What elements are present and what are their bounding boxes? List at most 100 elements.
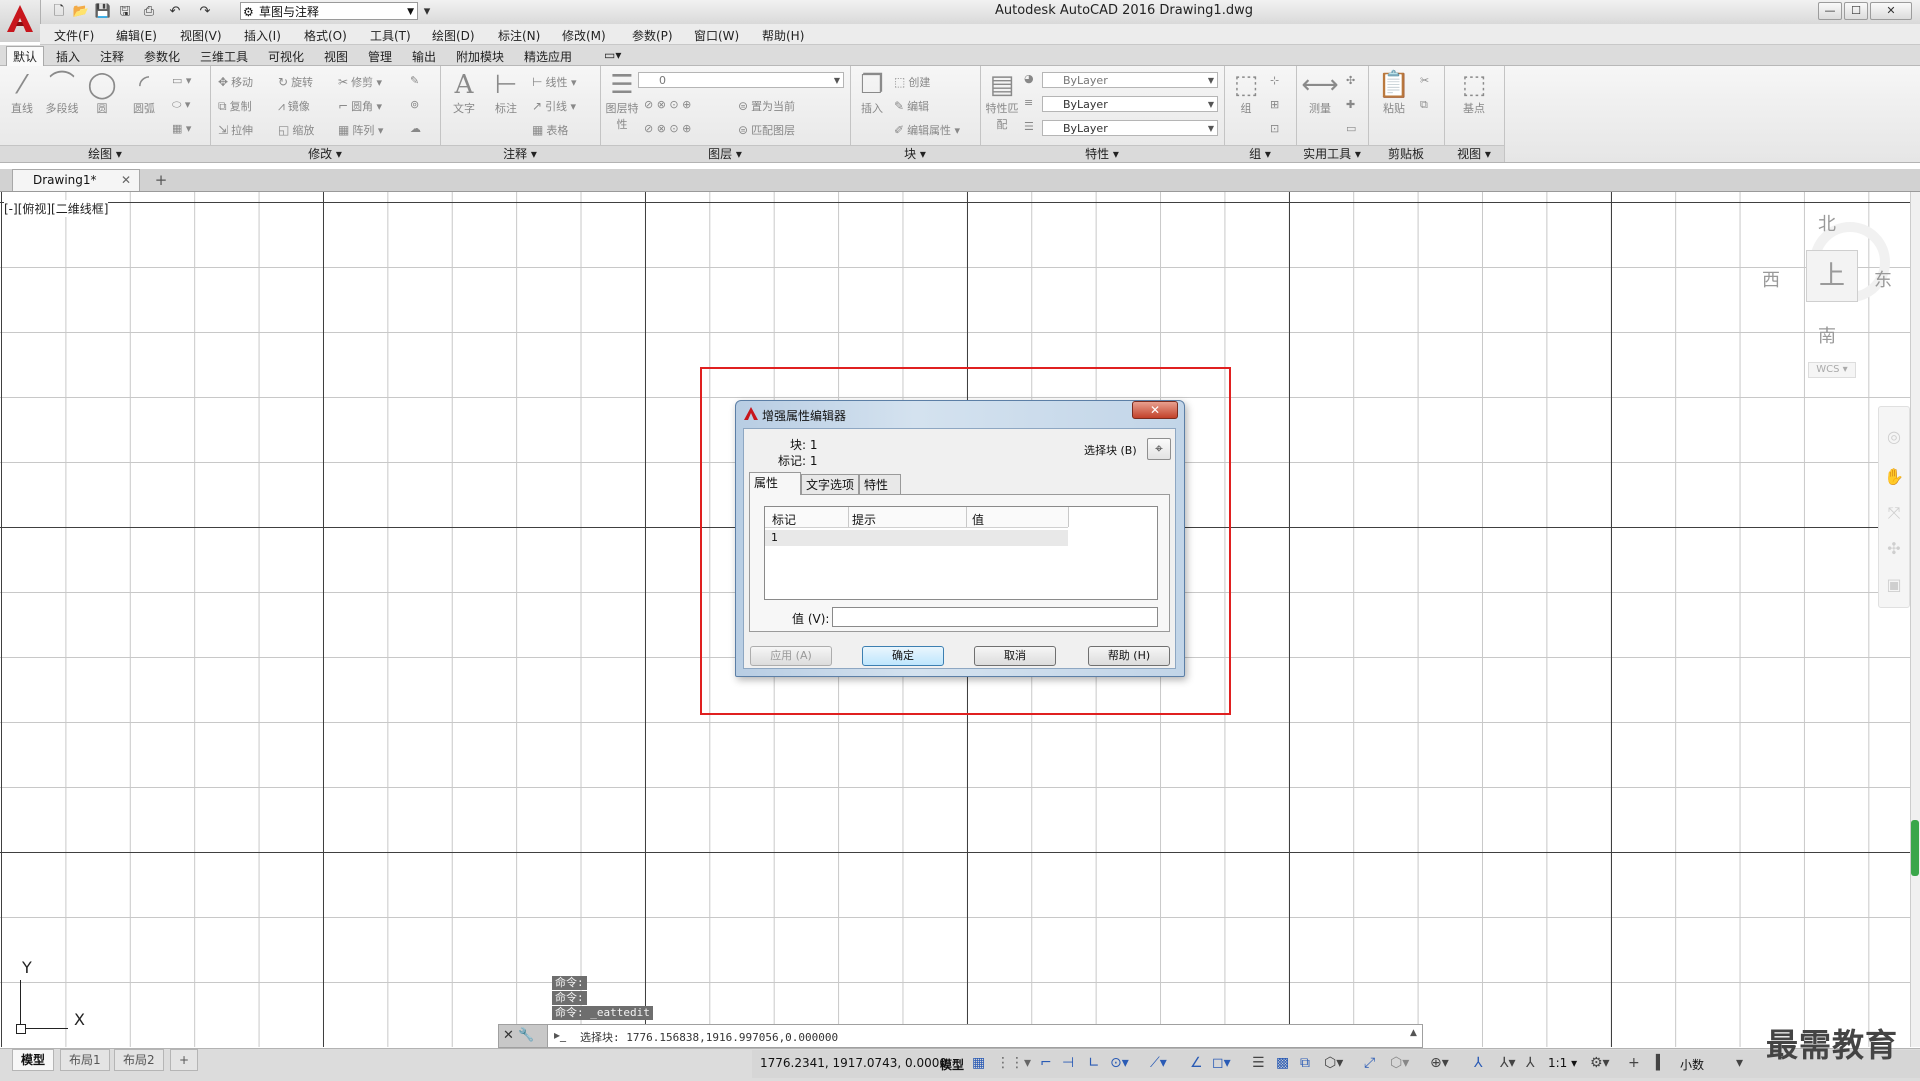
- object-snap-icon[interactable]: ◻▾: [1212, 1055, 1231, 1071]
- close-icon[interactable]: ✕: [503, 1028, 514, 1043]
- tab-home[interactable]: 默认: [6, 46, 45, 66]
- panel-annotation-title[interactable]: 注释 ▾: [440, 145, 600, 162]
- app-menu-button[interactable]: [0, 0, 41, 42]
- plus-icon[interactable]: +: [1628, 1055, 1640, 1071]
- command-input[interactable]: 选择块: 1776.156838,1916.997056,0.000000: [580, 1029, 838, 1045]
- showmotion-icon[interactable]: ▣: [1884, 575, 1904, 594]
- table-row[interactable]: [765, 530, 1068, 546]
- minimize-button[interactable]: —: [1818, 2, 1842, 20]
- set-current-tool[interactable]: ⊜ 置为当前: [738, 98, 795, 114]
- menu-tools[interactable]: 工具(T): [370, 27, 411, 44]
- menu-modify[interactable]: 修改(M): [562, 27, 606, 44]
- hatch-icon[interactable]: ▦ ▾: [172, 122, 191, 135]
- auto-scale-icon[interactable]: ⅄▾: [1500, 1055, 1516, 1071]
- group-tool[interactable]: ⬚ 组: [1226, 70, 1266, 116]
- save-icon[interactable]: 💾: [94, 3, 112, 21]
- panel-group-title[interactable]: 组 ▾: [1224, 145, 1296, 162]
- menu-format[interactable]: 格式(O): [304, 27, 347, 44]
- panel-properties-title[interactable]: 特性 ▾: [980, 145, 1224, 162]
- measure-tool[interactable]: ⟷ 测量: [1300, 70, 1340, 116]
- tab-attribute[interactable]: 属性: [749, 472, 801, 495]
- ok-button[interactable]: 确定: [862, 646, 944, 666]
- layout-tab-2[interactable]: 布局2: [114, 1049, 164, 1071]
- selection-filter-icon[interactable]: ⬡▾: [1390, 1055, 1409, 1071]
- dynamic-ucs-icon[interactable]: ⤢: [1364, 1055, 1375, 1071]
- gizmo-icon[interactable]: ⊕▾: [1430, 1055, 1449, 1071]
- tab-annotate[interactable]: 注释: [100, 48, 124, 65]
- wrench-icon[interactable]: 🔧: [518, 1028, 534, 1043]
- tab-featured-apps[interactable]: 精选应用: [524, 48, 572, 65]
- help-button[interactable]: 帮助 (H): [1088, 646, 1170, 666]
- circle-tool[interactable]: ◯ 圆: [82, 70, 122, 116]
- ribbon-toggle-icon[interactable]: ▭▾: [604, 48, 621, 62]
- panel-draw-title[interactable]: 绘图 ▾: [0, 145, 210, 162]
- match-layer-tool[interactable]: ⊜ 匹配图层: [738, 122, 795, 138]
- wcs-menu[interactable]: WCS ▾: [1808, 362, 1856, 378]
- tab-view[interactable]: 视图: [324, 48, 348, 65]
- menu-window[interactable]: 窗口(W): [694, 27, 739, 44]
- maximize-button[interactable]: ☐: [1844, 2, 1868, 20]
- explode-icon[interactable]: ☁: [410, 122, 421, 135]
- menu-view[interactable]: 视图(V): [180, 27, 222, 44]
- layout-tab-1[interactable]: 布局1: [60, 1049, 110, 1071]
- scale-tool[interactable]: ◱ 缩放: [278, 122, 314, 138]
- text-tool[interactable]: A 文字: [444, 70, 484, 116]
- cancel-button[interactable]: 取消: [974, 646, 1056, 666]
- copy-clip-icon[interactable]: ⧉: [1420, 98, 1428, 112]
- panel-block-title[interactable]: 块 ▾: [850, 145, 980, 162]
- tab-insert[interactable]: 插入: [56, 48, 80, 65]
- lineweight-icon[interactable]: ☰: [1024, 120, 1034, 133]
- compass-east[interactable]: 东: [1874, 266, 1892, 292]
- rectangle-icon[interactable]: ▭ ▾: [172, 74, 191, 87]
- dialog-close-button[interactable]: ✕: [1132, 401, 1178, 419]
- viewcube-top-face[interactable]: 上: [1806, 250, 1858, 302]
- orbit-icon[interactable]: ✣: [1884, 539, 1904, 558]
- group-select-icon[interactable]: ⊡: [1270, 122, 1279, 135]
- dimension-tool[interactable]: ⊢ 标注: [486, 70, 526, 116]
- vertical-scrollbar[interactable]: [1910, 192, 1920, 1047]
- viewport-controls[interactable]: [-][俯视][二维线框]: [4, 200, 109, 217]
- color-wheel-icon[interactable]: ◕: [1024, 72, 1034, 85]
- paste-tool[interactable]: 📋 粘贴: [1374, 70, 1414, 116]
- mirror-tool[interactable]: ⩘ 镜像: [278, 98, 310, 114]
- tab-properties[interactable]: 特性: [859, 474, 901, 494]
- dynamic-input-icon[interactable]: ⊣: [1062, 1055, 1074, 1071]
- steering-wheel-icon[interactable]: ◎: [1884, 427, 1904, 446]
- pan-icon[interactable]: ✋: [1884, 467, 1904, 486]
- fillet-tool[interactable]: ⌐ 圆角 ▾: [338, 98, 382, 114]
- linetype-icon[interactable]: ≡: [1024, 96, 1033, 109]
- panel-view-title[interactable]: 视图 ▾: [1444, 145, 1504, 162]
- add-layout-button[interactable]: +: [170, 1049, 199, 1071]
- edit-attributes-tool[interactable]: ✐ 编辑属性 ▾: [894, 122, 960, 138]
- select-block-button[interactable]: ⌖: [1147, 438, 1171, 460]
- isolate-icon[interactable]: ▍: [1656, 1055, 1667, 1071]
- trim-tool[interactable]: ✂ 修剪 ▾: [338, 74, 382, 90]
- new-tab-button[interactable]: +: [150, 171, 172, 189]
- column-header-prompt[interactable]: 提示: [852, 511, 876, 528]
- stretch-tool[interactable]: ⇲ 拉伸: [218, 122, 253, 138]
- layer-state-icons[interactable]: ⊘ ⊗ ⊙ ⊕: [644, 98, 691, 111]
- base-point-tool[interactable]: ⬚ 基点: [1454, 70, 1494, 116]
- arc-tool[interactable]: ◜ 圆弧: [124, 70, 164, 116]
- ortho-icon[interactable]: ∟: [1088, 1055, 1100, 1071]
- selection-cycling-icon[interactable]: ⧉: [1300, 1055, 1310, 1071]
- menu-insert[interactable]: 插入(I): [244, 27, 281, 44]
- color-dropdown[interactable]: ByLayer ▼: [1042, 72, 1218, 88]
- print-icon[interactable]: ⎙: [140, 3, 158, 21]
- 3d-osnap-icon[interactable]: ⬡▾: [1324, 1055, 1343, 1071]
- line-tool[interactable]: ⁄ 直线: [2, 70, 42, 116]
- menu-parametric[interactable]: 参数(P): [632, 27, 673, 44]
- layer-dropdown[interactable]: 0 ▼: [638, 72, 844, 88]
- match-properties-tool[interactable]: ▤ 特性匹配: [982, 70, 1022, 132]
- tab-addins[interactable]: 附加模块: [456, 48, 504, 65]
- cut-icon[interactable]: ✂: [1420, 74, 1429, 87]
- redo-icon[interactable]: ↷: [196, 3, 214, 21]
- leader-tool[interactable]: ↗ 引线 ▾: [532, 98, 576, 114]
- save-as-icon[interactable]: 🖫: [116, 3, 134, 21]
- command-prompt-icon[interactable]: ▸_: [554, 1028, 566, 1042]
- annotation-visibility-icon[interactable]: ⅄: [1474, 1055, 1483, 1071]
- annotation-icon[interactable]: ⅄: [1526, 1055, 1535, 1071]
- ungroup-icon[interactable]: ⊹: [1270, 74, 1279, 87]
- tab-output[interactable]: 输出: [412, 48, 436, 65]
- panel-clipboard-title[interactable]: 剪贴板: [1368, 145, 1444, 162]
